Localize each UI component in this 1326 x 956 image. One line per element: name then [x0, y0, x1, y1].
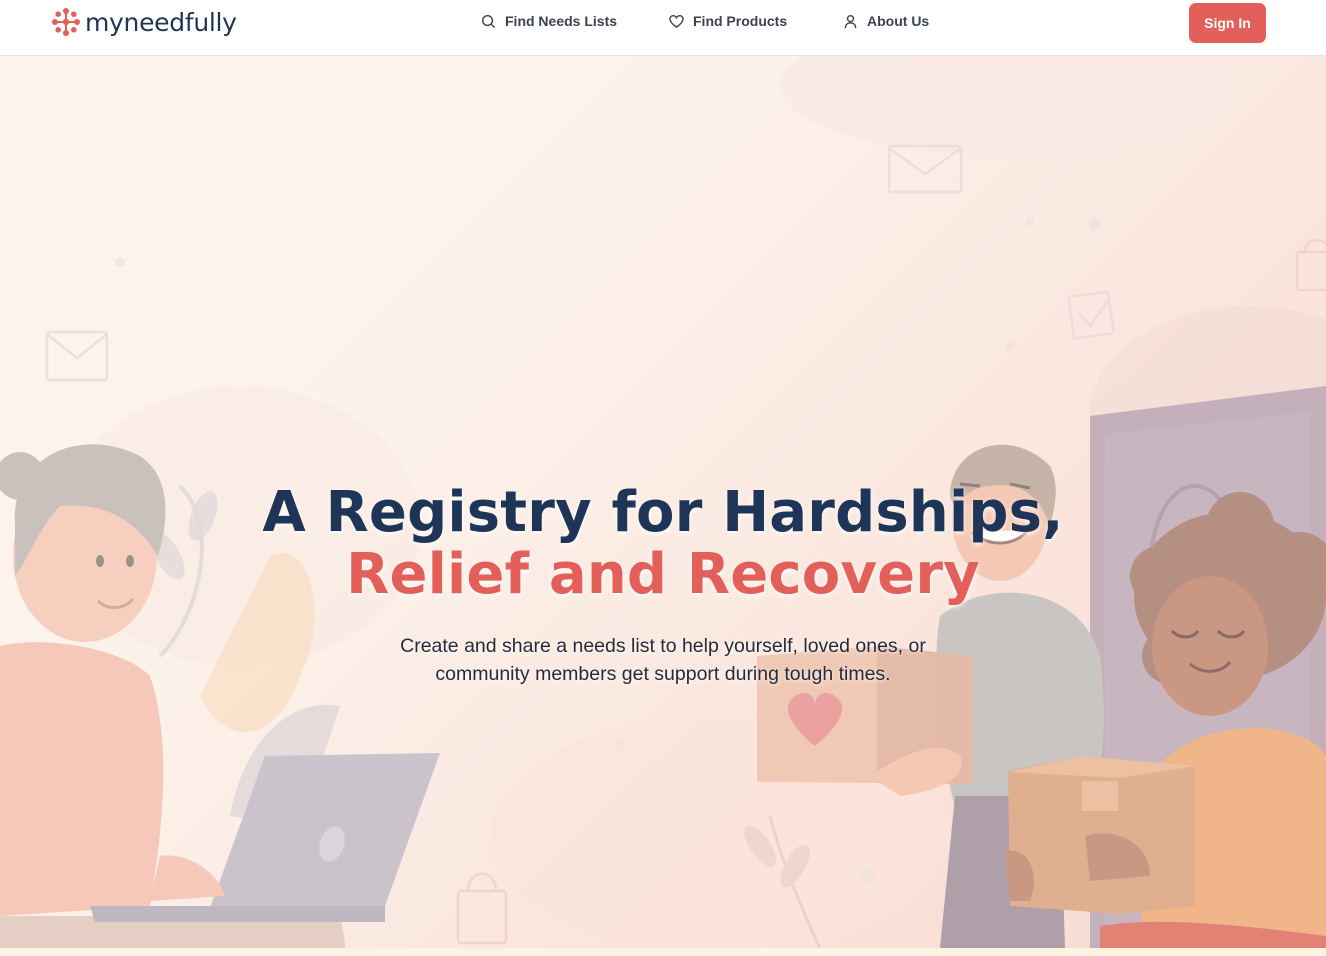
hero-headline-line1: A Registry for Hardships, — [262, 480, 1064, 545]
next-section-edge — [0, 948, 1326, 956]
hero-text: A Registry for Hardships, Relief and Rec… — [0, 482, 1326, 688]
hero-headline-line2: Relief and Recovery — [346, 542, 980, 607]
main-nav: Find Needs Lists Find Products About Us — [0, 0, 1326, 46]
hero-subtitle: Create and share a needs list to help yo… — [400, 635, 926, 685]
nav-find-needs-lists[interactable]: Find Needs Lists — [481, 13, 617, 29]
user-icon — [844, 14, 857, 28]
nav-find-products[interactable]: Find Products — [669, 13, 787, 29]
navbar: myneedfully Find Needs Lists Find Produc… — [0, 0, 1326, 56]
nav-about-us[interactable]: About Us — [843, 13, 929, 29]
sign-in-button[interactable]: Sign In — [1189, 3, 1266, 43]
heart-icon — [669, 14, 684, 28]
nav-find-needs-lists-label: Find Needs Lists — [505, 13, 618, 29]
search-icon — [481, 14, 496, 28]
hero-section: A Registry for Hardships, Relief and Rec… — [0, 56, 1326, 948]
nav-about-us-label: About Us — [867, 13, 930, 29]
nav-find-products-label: Find Products — [693, 13, 788, 29]
